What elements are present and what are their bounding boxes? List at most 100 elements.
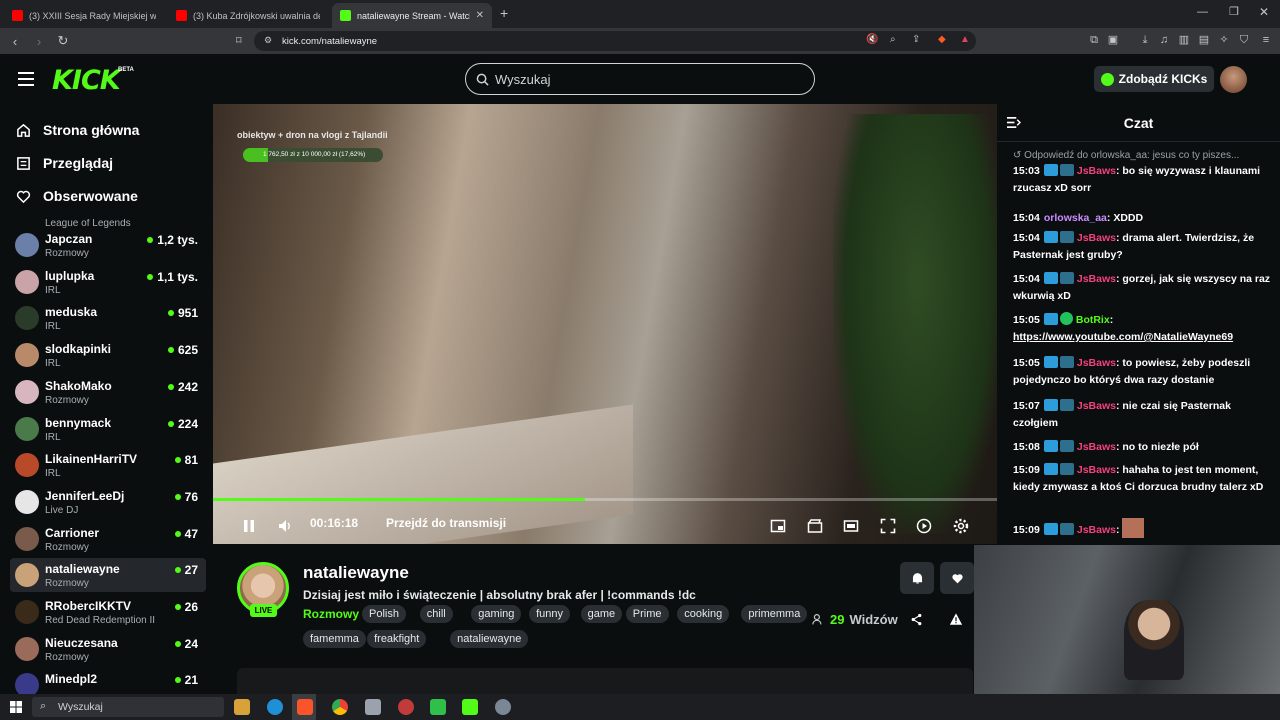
reload-icon[interactable]: ↻	[54, 33, 72, 49]
address-bar[interactable]: ⚙ kick.com/nataliewayne 🔇 ⌕ ⇪ ◆ ▲	[254, 31, 976, 51]
chat-message[interactable]: 15:05 BotRix: https://www.youtube.com/@Na…	[1013, 312, 1271, 346]
chat-message[interactable]: 15:03 JsBaws: bo się wyzywasz i klaunami …	[1013, 163, 1271, 197]
chat-message[interactable]: 15:09 JsBaws: hahaha to jest ten moment, …	[1013, 462, 1271, 496]
forward-icon[interactable]: ›	[30, 34, 48, 49]
fullscreen-icon[interactable]	[880, 518, 896, 534]
sidebar-channel-carrioner[interactable]: Carrioner Rozmowy 47	[10, 522, 206, 556]
chat-message[interactable]: 15:04 JsBaws: gorzej, jak się wszyscy na …	[1013, 271, 1271, 305]
sidebar-channel-japczan[interactable]: Japczan Rozmowy 1,2 tys.	[10, 228, 206, 262]
stream-tag[interactable]: cooking	[677, 605, 730, 623]
app-icon[interactable]	[365, 699, 381, 715]
brave-icon[interactable]	[297, 699, 313, 715]
pause-icon[interactable]	[241, 518, 257, 534]
go-to-live-button[interactable]: Przejdź do transmisji	[386, 516, 506, 530]
taskbar-search-input[interactable]: ⌕ Wyszukaj	[32, 697, 224, 717]
file-explorer-icon[interactable]	[234, 699, 250, 715]
kick-logo[interactable]: KICK	[52, 65, 121, 96]
message-username[interactable]: JsBaws	[1077, 524, 1116, 536]
app-icon[interactable]	[495, 699, 511, 715]
stream-tag[interactable]: nataliewayne	[450, 630, 529, 648]
chrome-icon[interactable]	[332, 699, 348, 715]
report-icon[interactable]	[949, 612, 963, 626]
stream-tag[interactable]: freakfight	[367, 630, 427, 648]
message-username[interactable]: BotRix	[1076, 314, 1110, 326]
site-info-icon[interactable]: ⚙	[264, 35, 272, 46]
chat-message[interactable]: 15:09 JsBaws:	[1013, 518, 1271, 539]
nav-following[interactable]: Obserwowane	[16, 188, 138, 204]
chat-message[interactable]: 15:04 orlowska_aa: XDDD	[1013, 210, 1271, 227]
stream-tag[interactable]: primemma	[741, 605, 808, 623]
menu-icon[interactable]: ≡	[1259, 33, 1273, 47]
message-username[interactable]: JsBaws	[1077, 357, 1116, 369]
channel-name[interactable]: nataliewayne	[303, 563, 409, 583]
get-kicks-button[interactable]: Zdobądź KICKs	[1094, 66, 1214, 92]
sidebar-channel-bennymack[interactable]: bennymack IRL 224	[10, 412, 206, 446]
share-icon[interactable]	[910, 613, 923, 626]
stream-tag[interactable]: funny	[529, 605, 571, 623]
mute-icon[interactable]: 🔇	[866, 34, 878, 45]
notifications-button[interactable]	[900, 562, 934, 594]
extensions-icon[interactable]: ⧉	[1087, 33, 1101, 47]
stream-tag[interactable]: gaming	[471, 605, 522, 623]
sidebar-channel-likainenharritv[interactable]: LikainenHarriTV IRL 81	[10, 448, 206, 482]
chat-message[interactable]: 15:04 JsBaws: drama alert. Twierdzisz, że…	[1013, 230, 1271, 264]
close-tab-icon[interactable]: ✕	[476, 10, 484, 21]
seek-bar[interactable]	[213, 498, 997, 501]
stream-tag[interactable]: famemma	[303, 630, 366, 648]
sidebar-channel-slodkapinki[interactable]: slodkapinki IRL 625	[10, 338, 206, 372]
sidebar-channel-luplupka[interactable]: luplupka IRL 1,1 tys.	[10, 265, 206, 299]
message-username[interactable]: orlowska_aa	[1044, 212, 1107, 224]
screenshot-icon[interactable]: ▣	[1106, 33, 1120, 47]
user-avatar[interactable]	[1220, 66, 1247, 93]
leo-icon[interactable]: ✧	[1217, 33, 1231, 47]
browser-tab[interactable]: (3) XXIII Sesja Rady Miejskiej w Żukow	[4, 3, 164, 28]
message-username[interactable]: JsBaws	[1077, 232, 1116, 244]
back-icon[interactable]: ‹	[6, 34, 24, 49]
message-username[interactable]: JsBaws	[1077, 165, 1116, 177]
edge-icon[interactable]	[267, 699, 283, 715]
follow-button[interactable]	[940, 562, 974, 594]
stream-category-link[interactable]: Rozmowy	[303, 607, 359, 621]
stream-tag[interactable]: game	[580, 605, 623, 623]
video-player[interactable]: obiektyw + dron na vlogi z Tajlandii 1 7…	[213, 104, 997, 544]
brave-rewards-icon[interactable]: ▲	[960, 34, 970, 45]
music-icon[interactable]: ♫	[1157, 33, 1171, 47]
chat-message[interactable]: 15:05 JsBaws: to powiesz, żeby podeszli p…	[1013, 355, 1271, 389]
wallet-icon[interactable]: ▤	[1197, 33, 1211, 47]
stream-tag[interactable]: Prime	[625, 605, 669, 623]
message-username[interactable]: JsBaws	[1077, 441, 1116, 453]
chat-message[interactable]: 15:08 JsBaws: no to niezłe pół	[1013, 439, 1271, 456]
minimize-icon[interactable]: —	[1197, 6, 1208, 18]
sidebar-channel-rrobercikktv[interactable]: RRobercIKKTV Red Dead Redemption II 26	[10, 595, 206, 629]
brave-shield-icon[interactable]: ◆	[938, 34, 946, 45]
message-username[interactable]: JsBaws	[1077, 273, 1116, 285]
volume-icon[interactable]	[277, 518, 293, 534]
hamburger-menu-icon[interactable]	[18, 72, 34, 86]
app-icon[interactable]	[398, 699, 414, 715]
message-username[interactable]: JsBaws	[1077, 400, 1116, 412]
picture-in-picture-icon[interactable]	[770, 518, 786, 534]
sidebar-channel-jenniferleedj[interactable]: JenniferLeeDj Live DJ 76	[10, 485, 206, 519]
bookmark-icon[interactable]: ⌑	[236, 34, 242, 47]
stream-tag[interactable]: chill	[419, 605, 453, 623]
nav-home[interactable]: Strona główna	[16, 122, 139, 138]
search-input[interactable]: Wyszukaj	[465, 63, 815, 95]
browser-tab[interactable]: (3) Kuba Zdrójkowski uwalnia de	[168, 3, 328, 28]
sidebar-icon[interactable]: ▥	[1177, 33, 1191, 47]
share-icon[interactable]: ⇪	[912, 34, 920, 45]
nav-browse[interactable]: Przeglądaj	[16, 155, 113, 171]
reply-preview[interactable]: ↺ Odpowiedź do orlowska_aa: jesus co ty …	[1013, 150, 1239, 161]
app-icon[interactable]	[430, 699, 446, 715]
vpn-icon[interactable]: ⛉	[1237, 33, 1251, 47]
close-window-icon[interactable]: ✕	[1259, 5, 1269, 19]
windows-start-icon[interactable]	[10, 701, 22, 713]
zoom-icon[interactable]: ⌕	[890, 34, 896, 45]
sidebar-channel-minedpl2[interactable]: Minedpl2 21	[10, 668, 206, 694]
restore-icon[interactable]: ❐	[1229, 5, 1239, 18]
sidebar-channel-nataliewayne[interactable]: nataliewayne Rozmowy 27	[10, 558, 206, 593]
sidebar-channel-meduska[interactable]: meduska IRL 951	[10, 301, 206, 335]
browser-tab-active[interactable]: nataliewayne Stream - Watch ✕	[332, 3, 492, 28]
sidebar-channel-nieuczesana[interactable]: Nieuczesana Rozmowy 24	[10, 632, 206, 666]
message-link[interactable]: https://www.youtube.com/@NatalieWayne69	[1013, 331, 1233, 343]
download-icon[interactable]: ⤓	[1138, 33, 1152, 47]
